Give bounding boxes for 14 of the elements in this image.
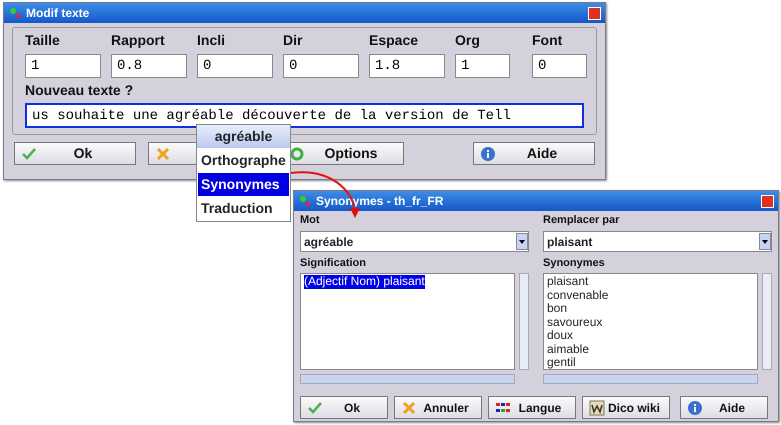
field-label: Taille — [25, 31, 61, 50]
field-label: Font — [532, 31, 564, 50]
field-label: Org — [455, 31, 481, 50]
window-title: Modif texte — [26, 5, 90, 22]
field-label: Rapport — [111, 31, 166, 50]
field-label: Nouveau texte ? — [25, 81, 134, 100]
field-label: Synonymes — [543, 256, 606, 270]
field-label: Remplacer par — [543, 213, 620, 227]
field-label: Espace — [369, 31, 420, 50]
menu-header: agréable — [197, 125, 290, 148]
field-label: Signification — [300, 256, 367, 270]
field-label: Dir — [283, 31, 304, 50]
field-label: Mot — [300, 213, 321, 227]
field-label: Incli — [197, 31, 226, 50]
